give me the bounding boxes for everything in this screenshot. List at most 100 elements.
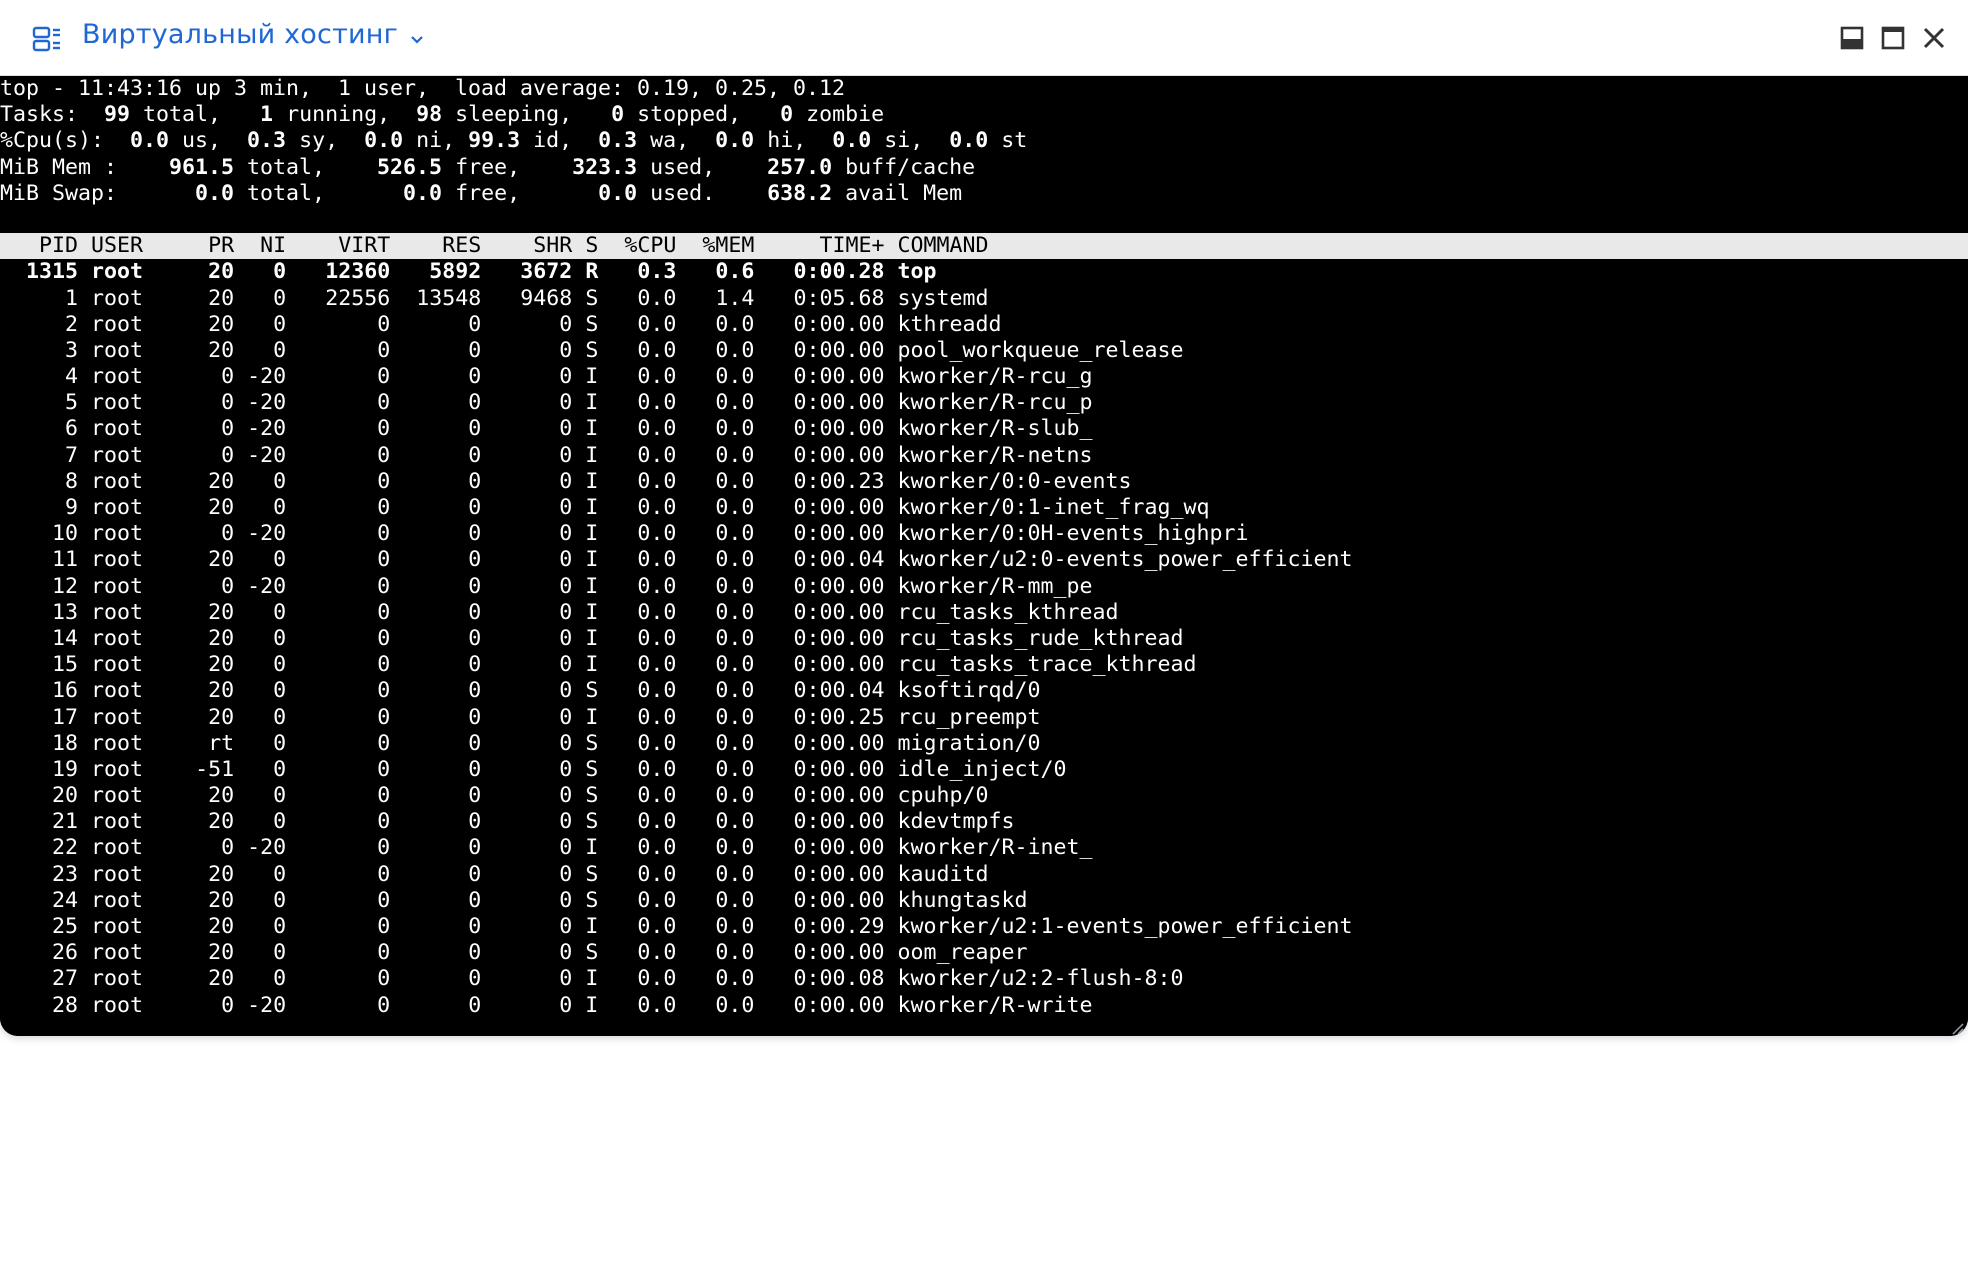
cell-pid: 20 <box>52 783 79 809</box>
cell-ni: 0 <box>273 259 287 285</box>
cell-command: kworker/R-inet_ <box>897 835 1093 861</box>
table-row[interactable]: 2 root 20 0 0 0 0 S 0.0 0.0 0:00.00 kthr… <box>0 312 1968 338</box>
cell-state: I <box>585 364 599 390</box>
table-row[interactable]: 18 root rt 0 0 0 0 S 0.0 0.0 0:00.00 mig… <box>0 731 1968 757</box>
cell-mem: 0.0 <box>715 573 755 599</box>
table-row[interactable]: 25 root 20 0 0 0 0 I 0.0 0.0 0:00.29 kwo… <box>0 914 1968 940</box>
column-header-shr: SHR <box>533 233 573 259</box>
cell-command: idle_inject/0 <box>897 756 1067 782</box>
cell-ni: 0 <box>273 730 287 756</box>
table-row[interactable]: 24 root 20 0 0 0 0 S 0.0 0.0 0:00.00 khu… <box>0 888 1968 914</box>
table-row[interactable]: 3 root 20 0 0 0 0 S 0.0 0.0 0:00.00 pool… <box>0 338 1968 364</box>
cell-command: top <box>897 259 937 285</box>
summary-value: 0.0 <box>598 180 638 206</box>
table-row[interactable]: 26 root 20 0 0 0 0 S 0.0 0.0 0:00.00 oom… <box>0 940 1968 966</box>
table-row[interactable]: 22 root 0 -20 0 0 0 I 0.0 0.0 0:00.00 kw… <box>0 835 1968 861</box>
table-row[interactable]: 21 root 20 0 0 0 0 S 0.0 0.0 0:00.00 kde… <box>0 809 1968 835</box>
table-row[interactable]: 10 root 0 -20 0 0 0 I 0.0 0.0 0:00.00 kw… <box>0 521 1968 547</box>
cell-pr: -51 <box>195 756 235 782</box>
summary-value: 0 <box>611 102 625 128</box>
cell-time: 0:05.68 <box>793 285 885 311</box>
cell-mem: 0.0 <box>715 756 755 782</box>
cell-state: S <box>585 678 599 704</box>
summary-text: avail Mem <box>832 180 963 206</box>
summary-text: total, <box>130 102 261 128</box>
table-row[interactable]: 15 root 20 0 0 0 0 I 0.0 0.0 0:00.00 rcu… <box>0 652 1968 678</box>
table-row[interactable]: 4 root 0 -20 0 0 0 I 0.0 0.0 0:00.00 kwo… <box>0 364 1968 390</box>
table-row[interactable]: 23 root 20 0 0 0 0 S 0.0 0.0 0:00.00 kau… <box>0 862 1968 888</box>
table-row[interactable]: 7 root 0 -20 0 0 0 I 0.0 0.0 0:00.00 kwo… <box>0 443 1968 469</box>
terminal-screen[interactable]: top - 11:43:16 up 3 min, 1 user, load av… <box>0 76 1968 1036</box>
table-row[interactable]: 20 root 20 0 0 0 0 S 0.0 0.0 0:00.00 cpu… <box>0 783 1968 809</box>
table-row[interactable]: 6 root 0 -20 0 0 0 I 0.0 0.0 0:00.00 kwo… <box>0 416 1968 442</box>
cell-mem: 0.0 <box>715 914 755 939</box>
cell-command: kworker/R-netns <box>897 442 1093 468</box>
cell-cpu: 0.0 <box>637 756 677 782</box>
cell-shr: 0 <box>559 861 573 887</box>
table-row[interactable]: 14 root 20 0 0 0 0 I 0.0 0.0 0:00.00 rcu… <box>0 626 1968 652</box>
summary-text: top - 11:43:16 up 3 min, 1 user, load av… <box>0 76 846 101</box>
cell-ni: 0 <box>273 311 287 337</box>
cell-state: S <box>585 311 599 337</box>
chevron-down-icon[interactable] <box>409 31 425 44</box>
table-row[interactable]: 5 root 0 -20 0 0 0 I 0.0 0.0 0:00.00 kwo… <box>0 390 1968 416</box>
table-row[interactable]: 12 root 0 -20 0 0 0 I 0.0 0.0 0:00.00 kw… <box>0 574 1968 600</box>
cell-state: S <box>585 756 599 782</box>
table-row[interactable]: 17 root 20 0 0 0 0 I 0.0 0.0 0:00.25 rcu… <box>0 705 1968 731</box>
cell-virt: 0 <box>377 783 391 809</box>
cell-pr: 20 <box>208 285 235 311</box>
cell-res: 0 <box>468 704 482 730</box>
table-row[interactable]: 8 root 20 0 0 0 0 I 0.0 0.0 0:00.23 kwor… <box>0 469 1968 495</box>
cell-pr: 20 <box>208 914 235 939</box>
resize-grip-icon[interactable] <box>1950 1016 1964 1035</box>
table-row[interactable]: 13 root 20 0 0 0 0 I 0.0 0.0 0:00.00 rcu… <box>0 600 1968 626</box>
minimize-icon[interactable] <box>1838 24 1866 52</box>
table-row[interactable]: 16 root 20 0 0 0 0 S 0.0 0.0 0:00.04 kso… <box>0 678 1968 704</box>
cell-pr: 20 <box>208 704 235 730</box>
cell-time: 0:00.00 <box>793 311 885 337</box>
summary-text: running, <box>273 102 417 128</box>
cell-shr: 0 <box>559 678 573 704</box>
cell-shr: 0 <box>559 966 573 992</box>
cell-shr: 0 <box>559 887 573 913</box>
cell-res: 0 <box>468 625 482 651</box>
cell-user: root <box>91 835 144 861</box>
table-row[interactable]: 11 root 20 0 0 0 0 I 0.0 0.0 0:00.04 kwo… <box>0 547 1968 573</box>
table-row[interactable]: 19 root -51 0 0 0 0 S 0.0 0.0 0:00.00 id… <box>0 757 1968 783</box>
cell-mem: 0.0 <box>715 730 755 756</box>
cell-shr: 0 <box>559 442 573 468</box>
table-row[interactable]: 9 root 20 0 0 0 0 I 0.0 0.0 0:00.00 kwor… <box>0 495 1968 521</box>
maximize-icon[interactable] <box>1879 24 1907 52</box>
cell-command: rcu_tasks_kthread <box>897 599 1119 625</box>
cell-pid: 8 <box>65 468 79 494</box>
table-row[interactable]: 28 root 0 -20 0 0 0 I 0.0 0.0 0:00.00 kw… <box>0 993 1968 1019</box>
cell-time: 0:00.08 <box>793 966 885 992</box>
cell-res: 0 <box>468 311 482 337</box>
cell-command: rcu_tasks_trace_kthread <box>897 652 1197 678</box>
cell-time: 0:00.00 <box>793 416 885 442</box>
cell-pr: 20 <box>208 887 235 913</box>
close-icon[interactable] <box>1920 24 1948 52</box>
window-title[interactable]: Виртуальный хостинг <box>82 19 398 50</box>
summary-text: us, <box>169 128 248 154</box>
cell-command: kworker/R-rcu_g <box>897 364 1093 390</box>
table-row[interactable]: 1315 root 20 0 12360 5892 3672 R 0.3 0.6… <box>0 259 1968 285</box>
cell-res: 0 <box>468 730 482 756</box>
cell-command: kworker/R-write <box>897 992 1093 1018</box>
cell-ni: 0 <box>273 861 287 887</box>
cell-state: S <box>585 809 599 835</box>
cell-cpu: 0.0 <box>637 599 677 625</box>
summary-value: 961.5 <box>169 154 235 180</box>
cell-ni: -20 <box>247 442 287 468</box>
table-row[interactable]: 1 root 20 0 22556 13548 9468 S 0.0 1.4 0… <box>0 286 1968 312</box>
cell-pr: 20 <box>208 495 235 520</box>
cell-ni: 0 <box>273 940 287 966</box>
cell-command: oom_reaper <box>897 940 1028 966</box>
cell-pr: 0 <box>221 521 235 547</box>
cell-pid: 6 <box>65 416 79 442</box>
cell-ni: 0 <box>273 809 287 835</box>
table-row[interactable]: 27 root 20 0 0 0 0 I 0.0 0.0 0:00.08 kwo… <box>0 966 1968 992</box>
cell-virt: 0 <box>377 495 391 520</box>
cell-time: 0:00.04 <box>793 547 885 573</box>
summary-text: buff/cache <box>832 154 976 180</box>
